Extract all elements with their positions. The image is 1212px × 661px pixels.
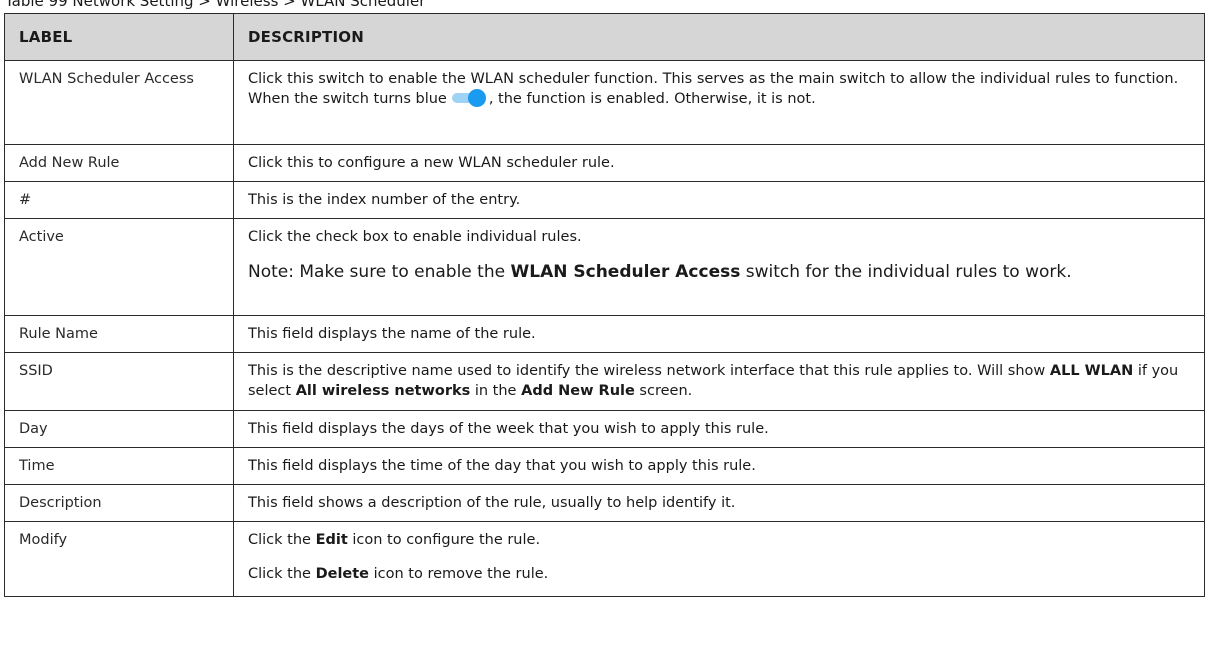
table-header-row: LABEL DESCRIPTION <box>4 13 1205 61</box>
row-label: Modify <box>4 521 234 597</box>
row-description: Click the Edit icon to configure the rul… <box>233 521 1205 597</box>
table-row: Day This field displays the days of the … <box>4 410 1205 448</box>
row-label: Description <box>4 484 234 522</box>
row-label: Rule Name <box>4 315 234 353</box>
table-caption: Table 99 Network Setting > Wireless > WL… <box>5 0 426 10</box>
table-row: Rule Name This field displays the name o… <box>4 315 1205 353</box>
row-description: This field displays the time of the day … <box>233 447 1205 485</box>
row-label: Time <box>4 447 234 485</box>
table-row: Add New Rule Click this to configure a n… <box>4 144 1205 182</box>
row-description: Click this to configure a new WLAN sched… <box>233 144 1205 182</box>
table-row: SSID This is the descriptive name used t… <box>4 352 1205 411</box>
row-label: WLAN Scheduler Access <box>4 60 234 145</box>
table-row: # This is the index number of the entry. <box>4 181 1205 219</box>
row-description: Click the check box to enable individual… <box>233 218 1205 316</box>
table-row: Description This field shows a descripti… <box>4 484 1205 522</box>
row-description: This is the index number of the entry. <box>233 181 1205 219</box>
table-row: Modify Click the Edit icon to configure … <box>4 521 1205 597</box>
row-label: SSID <box>4 352 234 411</box>
row-description: This field displays the days of the week… <box>233 410 1205 448</box>
table-row: WLAN Scheduler Access Click this switch … <box>4 60 1205 145</box>
description-text: Click the check box to enable individual… <box>248 229 582 245</box>
row-description: Click this switch to enable the WLAN sch… <box>233 60 1205 145</box>
row-description: This field displays the name of the rule… <box>233 315 1205 353</box>
row-label: Active <box>4 218 234 316</box>
table-row: Active Click the check box to enable ind… <box>4 218 1205 316</box>
row-label: # <box>4 181 234 219</box>
row-label: Add New Rule <box>4 144 234 182</box>
row-label: Day <box>4 410 234 448</box>
toggle-switch-on-icon <box>451 89 486 107</box>
description-column-header: DESCRIPTION <box>233 13 1205 61</box>
wlan-scheduler-table: LABEL DESCRIPTION WLAN Scheduler Access … <box>4 13 1205 597</box>
note-text: Note: Make sure to enable the WLAN Sched… <box>248 262 1072 282</box>
description-text: Click the Delete icon to remove the rule… <box>248 566 549 582</box>
table-row: Time This field displays the time of the… <box>4 447 1205 485</box>
description-text: Click the Edit icon to configure the rul… <box>248 532 541 548</box>
row-description: This is the descriptive name used to ide… <box>233 352 1205 411</box>
description-text: , the function is enabled. Otherwise, it… <box>488 91 816 107</box>
label-column-header: LABEL <box>4 13 234 61</box>
row-description: This field shows a description of the ru… <box>233 484 1205 522</box>
